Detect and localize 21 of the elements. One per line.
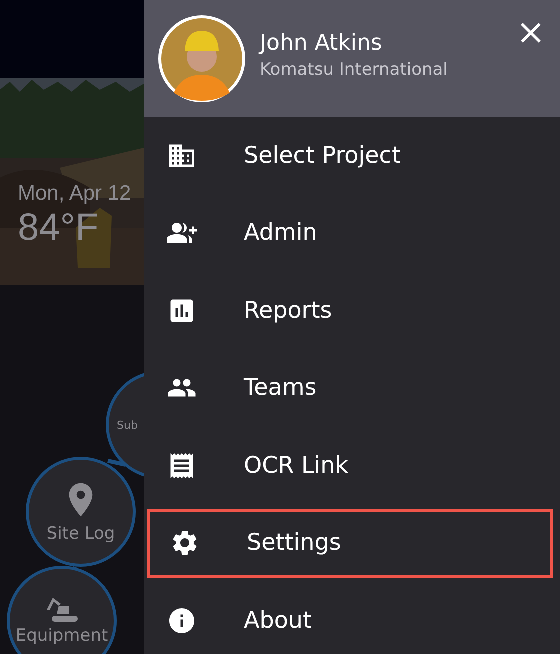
menu-item[interactable]: Teams	[144, 350, 560, 427]
node-circle[interactable]: Equipment	[7, 566, 117, 654]
user-name: John Atkins	[260, 31, 384, 56]
avatar-icon	[158, 14, 246, 102]
menu-item[interactable]: Settings	[147, 508, 553, 578]
menu-item[interactable]: Admin	[144, 194, 560, 272]
menu-item[interactable]: About	[144, 582, 560, 654]
node-label: Sub	[117, 418, 138, 432]
menu-item[interactable]: Select Project	[144, 117, 560, 194]
info-icon	[167, 606, 197, 636]
node-label: Equipment	[16, 626, 108, 646]
connector-line	[108, 459, 126, 467]
excavator-icon	[45, 596, 79, 622]
temperature-text: 84°F	[18, 208, 100, 250]
node-label: Site Log	[46, 524, 116, 544]
menu-item[interactable]: OCR Link	[144, 427, 560, 504]
node-circle[interactable]: Sub	[106, 371, 144, 479]
node-circle[interactable]: Site Log	[26, 457, 136, 567]
company-name: Komatsu International	[260, 60, 448, 80]
date-text: Mon, Apr 12	[18, 182, 132, 206]
menu-item[interactable]: Reports	[144, 272, 560, 350]
